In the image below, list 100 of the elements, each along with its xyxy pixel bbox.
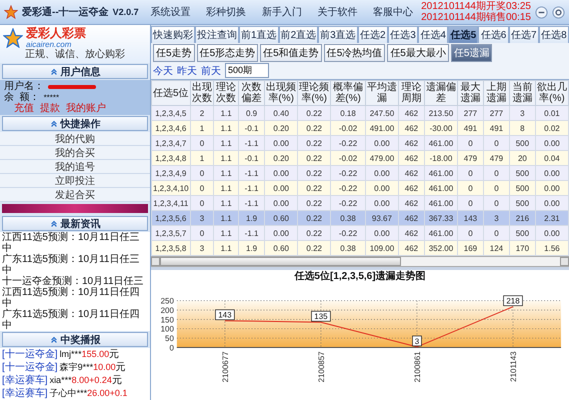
subtab[interactable]: 任5冷热均值 (324, 44, 386, 62)
chevron-up-icon (50, 220, 58, 228)
section-title: 中奖播报 (60, 334, 100, 346)
date-link[interactable]: 前天 (201, 64, 221, 78)
column-header[interactable]: 当前遗漏 (509, 80, 536, 106)
y-tick-label: 50 (165, 334, 174, 344)
column-header[interactable]: 上期遗漏 (483, 80, 510, 106)
table-cell: 1.1 (214, 240, 238, 256)
sidebar-link[interactable]: 发起合买 (0, 188, 150, 202)
tab[interactable]: 投注查询 (195, 26, 239, 43)
column-header[interactable]: 平均遗漏 (365, 80, 398, 106)
tab[interactable]: 前1直选 (239, 26, 279, 43)
chevron-up-icon (50, 120, 58, 128)
table-cell: 0.22 (298, 240, 331, 256)
menu-item[interactable]: 新手入门 (262, 5, 302, 19)
horizontal-scrollbar[interactable] (151, 256, 569, 267)
news-link[interactable]: 广东11选5预测：10月11日任三中 (2, 254, 148, 276)
news-link[interactable]: 广东11选5预测：10月11日任四中 (2, 309, 148, 331)
star-logo-icon (3, 28, 23, 48)
subtab[interactable]: 任5和值走势 (260, 44, 322, 62)
news-link[interactable]: 江西11选5预测：10月11日任四中 (2, 287, 148, 309)
column-header[interactable]: 遗漏偏差 (424, 80, 458, 106)
table-cell: 0.38 (330, 240, 366, 256)
app-title: 爱彩通--十一运夺金 (22, 6, 109, 19)
subtab[interactable]: 任5走势 (153, 44, 195, 62)
data-label: 3 (414, 336, 420, 346)
minimize-button[interactable] (535, 6, 548, 18)
column-header[interactable]: 理论周期 (398, 80, 424, 106)
section-title: 快捷操作 (60, 118, 100, 130)
tab[interactable]: 任选3 (388, 26, 418, 43)
news-link[interactable]: 十一运夺金预测：10月11日任三 (2, 276, 148, 287)
x-tick-label: 2100857 (316, 351, 326, 382)
table-cell: 352.00 (424, 240, 458, 256)
news-link[interactable]: 江西11选5预测：10月11日任三中 (2, 232, 148, 254)
column-header[interactable]: 出现频率(%) (264, 80, 298, 106)
redaction-mark (48, 84, 96, 88)
chevron-up-icon (50, 336, 58, 344)
period-input[interactable]: 500期 (225, 63, 269, 78)
tab[interactable]: 任选5 (448, 26, 478, 43)
prize-amount: 155.00 (82, 348, 110, 360)
data-label: 143 (218, 310, 232, 320)
logo-name: 爱彩人彩票 (26, 27, 86, 40)
column-header[interactable]: 最大遗漏 (457, 80, 484, 106)
column-header[interactable]: 理论频率(%) (298, 80, 331, 106)
menu-item[interactable]: 关于软件 (318, 5, 358, 19)
subtab[interactable]: 任5形态走势 (196, 44, 258, 62)
tab[interactable]: 前3直选 (318, 26, 358, 43)
app-version: V2.0.7 (112, 7, 139, 17)
table-row[interactable]: 1,2,3,4,10 0 1.1 -1.1 0.00 0.22 -0.22 0.00 462 461.00 0 0 500 0.00 (152, 180, 568, 196)
table-row[interactable]: 1,2,3,4,5 2 1.1 0.9 0.40 0.22 0.18 247.50 462 213.50 277 277 3 0.01 (152, 106, 568, 120)
date-link[interactable]: 今天 (153, 64, 173, 78)
table-row[interactable]: 1,2,3,4,9 0 1.1 -1.1 0.00 0.22 -0.22 0.00 462 461.00 0 0 500 0.00 (152, 166, 568, 180)
tab[interactable]: 快速购彩 (151, 26, 195, 43)
tab[interactable]: 前2直选 (278, 26, 318, 43)
prize-game: [十一运夺金] (2, 349, 58, 361)
tab[interactable]: 任选4 (418, 26, 448, 43)
menu-item[interactable]: 彩种切换 (206, 5, 246, 19)
column-header[interactable]: 欲出几率(%) (535, 80, 568, 106)
column-header[interactable]: 理论次数 (214, 80, 238, 106)
table-row[interactable]: 1,2,3,4,6 1 1.1 -0.1 0.20 0.22 -0.02 491.00 462 -30.00 491 491 8 0.02 (152, 120, 568, 136)
table-row[interactable]: 1,2,3,4,8 1 1.1 -0.1 0.20 0.22 -0.02 479.00 462 -18.00 479 479 20 0.04 (152, 150, 568, 166)
subtab[interactable]: 任5最大最小 (387, 44, 449, 62)
slogan: 正规、诚信、放心购彩 (25, 49, 125, 61)
draw-notice: 2012101144期销售00:15 (421, 12, 531, 23)
close-button[interactable] (552, 6, 565, 18)
table-row[interactable]: 1,2,3,5,7 0 1.1 -1.1 0.00 0.22 -0.22 0.00 462 461.00 0 0 500 0.00 (152, 226, 568, 240)
draw-notice: 2012101144期开奖03:25 (421, 1, 531, 12)
tab[interactable]: 任选7 (508, 26, 539, 43)
data-label: 143 (215, 309, 235, 320)
table-cell: 1.9 (238, 240, 265, 256)
prize-game: [幸运赛车] (2, 375, 48, 387)
table-cell: 170 (509, 240, 536, 256)
prize-winner: 子心中*** (50, 387, 88, 399)
x-tick-label: 2101143 (509, 351, 518, 382)
table-row[interactable]: 1,2,3,4,11 0 1.1 -1.1 0.00 0.22 -0.22 0.00 462 461.00 0 0 500 0.00 (152, 196, 568, 210)
tab[interactable]: 任选6 (478, 26, 509, 43)
column-header[interactable]: 任选5位 (152, 80, 190, 106)
date-link[interactable]: 昨天 (177, 64, 197, 78)
y-tick-label: 250 (160, 296, 174, 306)
table-row[interactable]: 1,2,3,5,6 3 1.1 1.9 0.60 0.22 0.38 93.67 462 367.33 143 3 216 2.31 (152, 210, 568, 226)
sidebar-link[interactable]: 我的追号 (0, 160, 150, 174)
prize-winner: xia*** (50, 374, 72, 386)
tab[interactable]: 任选2 (358, 26, 388, 43)
column-header[interactable]: 出现次数 (190, 80, 214, 106)
tab[interactable]: 任选8 (538, 26, 569, 43)
table-row[interactable]: 1,2,3,5,8 3 1.1 1.9 0.60 0.22 0.38 109.00 462 352.00 169 124 170 1.56 (152, 240, 568, 256)
prize-unit: 元 (112, 375, 122, 387)
balance-label: 余 额： (4, 92, 40, 103)
table-row[interactable]: 1,2,3,4,7 0 1.1 -1.1 0.00 0.22 -0.22 0.00 462 461.00 0 0 500 0.00 (152, 136, 568, 150)
sidebar-link[interactable]: 我的代购 (0, 132, 150, 146)
column-header[interactable]: 概率偏差(%) (330, 80, 366, 106)
column-header[interactable]: 次数偏差 (238, 80, 265, 106)
menu-item[interactable]: 客服中心 (373, 5, 414, 19)
sidebar-link[interactable]: 立即投注 (0, 174, 150, 188)
chart-title: 任选5位[1,2,3,5,6]遗漏走势图 (293, 270, 427, 283)
star-icon (4, 5, 18, 19)
chevron-up-icon (50, 68, 58, 76)
subtab[interactable]: 任5遗漏 (450, 44, 492, 62)
menu-item[interactable]: 系统设置 (150, 5, 191, 19)
sidebar-link[interactable]: 我的合买 (0, 146, 150, 160)
